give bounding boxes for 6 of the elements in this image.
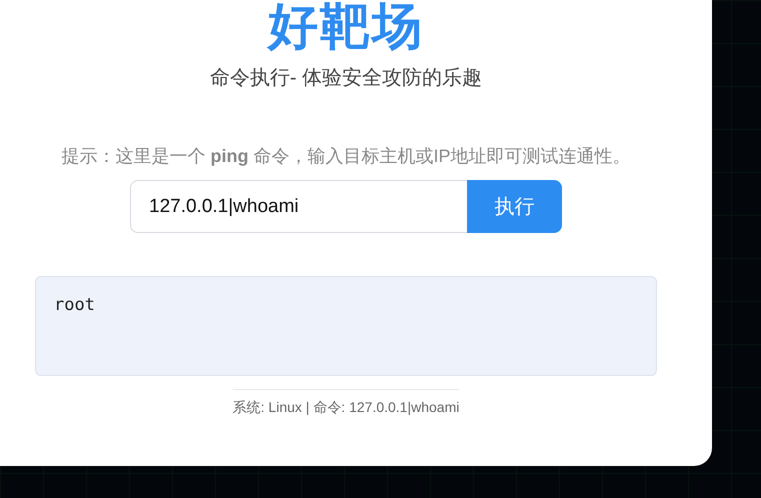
output-panel: root: [35, 276, 657, 376]
site-title: 好靶场: [268, 0, 424, 52]
page-subtitle: 命令执行- 体验安全攻防的乐趣: [210, 66, 482, 91]
hint-text: 提示：这里是一个 ping 命令，输入目标主机或IP地址即可测试连通性。: [61, 145, 631, 168]
command-input-field[interactable]: 127.0.0.1|whoami: [130, 180, 467, 233]
footer-info-text: 系统: Linux | 命令: 127.0.0.1|whoami: [232, 389, 460, 416]
